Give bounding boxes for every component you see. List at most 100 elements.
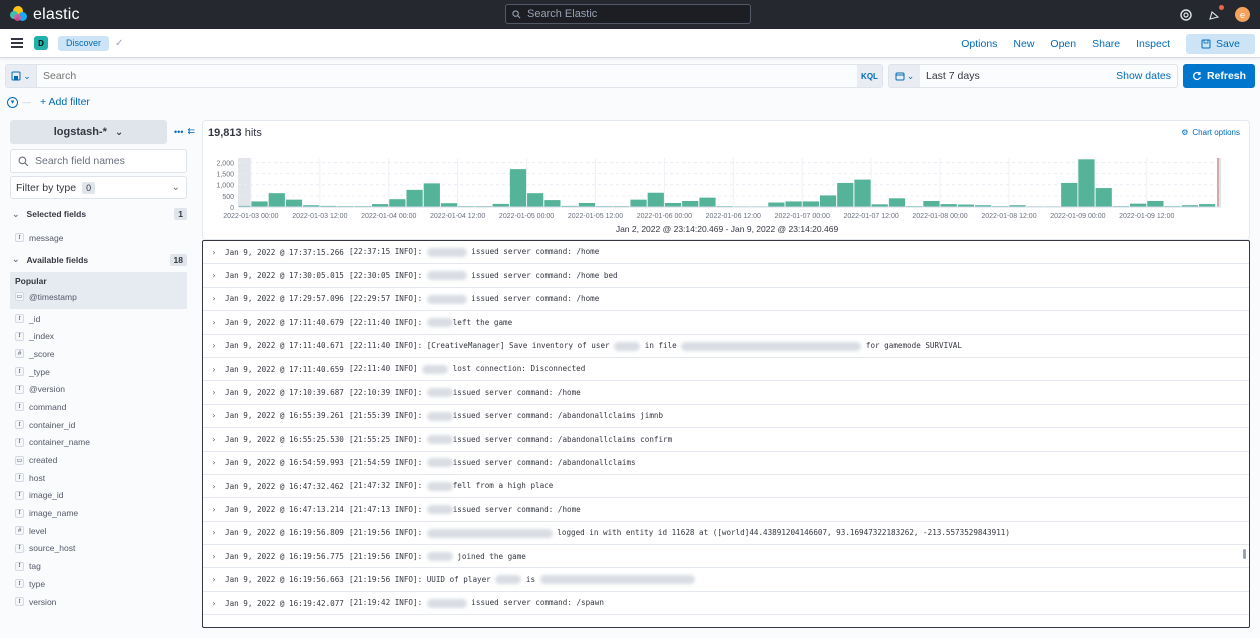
available-fields-toggle[interactable]: ⌄ Available fields 18 (12, 252, 187, 268)
expand-row-icon[interactable]: › (203, 248, 225, 257)
share-link[interactable]: Share (1092, 38, 1120, 50)
field-name: host (29, 472, 46, 483)
x-tick-label: 2022-01-03 12:00 (292, 213, 347, 220)
expand-row-icon[interactable]: › (203, 482, 225, 491)
redacted-text (426, 528, 553, 538)
table-row[interactable]: › Jan 9, 2022 @ 17:29:57.096 [22:29:57 INF… (203, 288, 1249, 312)
field-item[interactable]: t _index (10, 327, 187, 345)
field-name: version (29, 596, 57, 607)
filter-by-type-label: Filter by type (16, 181, 77, 194)
field-item[interactable]: t source_host (10, 540, 187, 558)
row-message: [22:30:05 INFO]: issued server command: … (349, 270, 618, 281)
expand-row-icon[interactable]: › (203, 528, 225, 537)
save-button[interactable]: Save (1186, 33, 1255, 54)
field-item[interactable]: t image_id (10, 487, 187, 505)
field-item[interactable]: t _type (10, 363, 187, 381)
table-row[interactable]: › Jan 9, 2022 @ 16:47:32.462 [21:47:32 INF… (203, 475, 1249, 499)
query-language-toggle[interactable]: KQL (857, 65, 882, 87)
help-icon[interactable] (1179, 8, 1193, 22)
expand-row-icon[interactable]: › (203, 271, 225, 280)
field-item[interactable]: t _id (10, 310, 187, 328)
scrollbar-thumb[interactable] (1243, 549, 1246, 559)
table-row[interactable]: › Jan 9, 2022 @ 16:19:42.077 [21:19:42 INF… (203, 592, 1249, 616)
field-item[interactable]: t type (10, 575, 187, 593)
field-item[interactable]: t host (10, 469, 187, 487)
field-name: _index (29, 331, 55, 342)
breadcrumb-discover[interactable]: Discover (58, 35, 110, 51)
selected-fields-toggle[interactable]: ⌄ Selected fields 1 (12, 206, 187, 222)
field-item[interactable]: ▭ created (10, 451, 187, 469)
expand-row-icon[interactable]: › (203, 341, 225, 350)
field-item[interactable]: t container_id (10, 416, 187, 434)
table-row[interactable]: › Jan 9, 2022 @ 16:47:13.214 [21:47:13 INF… (203, 498, 1249, 522)
field-name: tag (29, 561, 41, 572)
expand-row-icon[interactable]: › (203, 365, 225, 374)
field-item[interactable]: t version (10, 593, 187, 611)
filter-by-type-button[interactable]: Filter by type 0 ⌄ (10, 176, 187, 199)
add-filter-button[interactable]: + Add filter (40, 96, 90, 108)
table-row[interactable]: › Jan 9, 2022 @ 16:55:25.530 [21:55:25 INF… (203, 428, 1249, 452)
elastic-logo[interactable]: elastic (10, 6, 80, 24)
field-item[interactable]: t @version (10, 380, 187, 398)
user-avatar[interactable]: e (1235, 7, 1250, 22)
open-link[interactable]: Open (1050, 38, 1076, 50)
table-row[interactable]: › Jan 9, 2022 @ 17:37:15.266 [22:37:15 INF… (203, 241, 1249, 265)
index-pattern-selector[interactable]: logstash-* ⌄ (10, 120, 167, 144)
field-item[interactable]: t image_name (10, 504, 187, 522)
table-row[interactable]: › Jan 9, 2022 @ 17:11:40.659 [22:11:40 INF… (203, 358, 1249, 382)
collapse-sidebar-icon[interactable]: ⇇ (187, 126, 195, 137)
newsfeed-icon[interactable] (1207, 4, 1224, 22)
field-item[interactable]: t tag (10, 557, 187, 575)
table-row[interactable]: › Jan 9, 2022 @ 16:19:56.775 [21:19:56 INF… (203, 545, 1249, 569)
table-row[interactable]: › Jan 9, 2022 @ 17:30:05.015 [22:30:05 INF… (203, 264, 1249, 288)
show-dates-link[interactable]: Show dates (1116, 70, 1171, 82)
histogram-bar (802, 201, 819, 207)
field-item[interactable]: t command (10, 398, 187, 416)
options-link[interactable]: Options (961, 38, 997, 50)
table-row[interactable]: › Jan 9, 2022 @ 16:55:39.261 [21:55:39 INF… (203, 405, 1249, 429)
expand-row-icon[interactable]: › (203, 505, 225, 514)
refresh-button[interactable]: Refresh (1183, 64, 1255, 88)
histogram-chart[interactable]: 0 500 1,000 1,500 2,000 2022-01-03 00:00 2022-… (203, 121, 1251, 239)
expand-row-icon[interactable]: › (203, 552, 225, 561)
space-avatar[interactable]: D (34, 36, 48, 50)
expand-row-icon[interactable]: › (203, 411, 225, 420)
query-input[interactable] (37, 65, 857, 87)
field-item[interactable]: # _score (10, 345, 187, 363)
global-search-input[interactable]: Search Elastic (505, 4, 751, 24)
date-range-label[interactable]: Last 7 days (920, 70, 1116, 82)
string-field-icon: t (15, 597, 24, 607)
expand-row-icon[interactable]: › (203, 318, 225, 327)
save-label: Save (1216, 37, 1240, 50)
expand-row-icon[interactable]: › (203, 435, 225, 444)
histogram-bar (785, 201, 802, 207)
quick-date-menu-button[interactable]: ⌄ (889, 65, 920, 87)
new-link[interactable]: New (1013, 38, 1034, 50)
inspect-link[interactable]: Inspect (1136, 38, 1170, 50)
expand-row-icon[interactable]: › (203, 458, 225, 467)
selected-fields-title: Selected fields (26, 209, 87, 219)
field-item[interactable]: ▭ @timestamp (10, 288, 187, 306)
expand-row-icon[interactable]: › (203, 599, 225, 608)
field-item[interactable]: t container_name (10, 434, 187, 452)
table-row[interactable]: › Jan 9, 2022 @ 16:19:56.663 [21:19:56 INF… (203, 568, 1249, 592)
field-item[interactable]: t message (10, 229, 187, 247)
expand-row-icon[interactable]: › (203, 388, 225, 397)
histogram-bar (630, 199, 647, 207)
table-row[interactable]: › Jan 9, 2022 @ 17:10:39.687 [22:10:39 INF… (203, 381, 1249, 405)
filter-options-icon[interactable]: ▾ (7, 96, 18, 108)
menu-toggle-icon[interactable] (11, 38, 23, 48)
saved-query-button[interactable]: ⌄ (6, 65, 37, 87)
table-row[interactable]: › Jan 9, 2022 @ 17:11:40.671 [22:11:40 INF… (203, 335, 1249, 358)
table-row[interactable]: › Jan 9, 2022 @ 16:54:59.993 [21:54:59 INF… (203, 452, 1249, 475)
redacted-text (426, 552, 453, 562)
table-row[interactable]: › Jan 9, 2022 @ 16:19:56.809 [21:19:56 INF… (203, 522, 1249, 546)
row-timestamp: Jan 9, 2022 @ 16:55:39.261 (225, 411, 344, 421)
table-row[interactable]: › Jan 9, 2022 @ 17:11:40.679 [22:11:40 INF… (203, 311, 1249, 335)
expand-row-icon[interactable]: › (203, 294, 225, 303)
chevron-down-icon: ⌄ (23, 70, 31, 81)
expand-row-icon[interactable]: › (203, 575, 225, 584)
field-search-input[interactable]: Search field names (10, 149, 187, 173)
more-options-icon[interactable]: ••• (174, 127, 183, 137)
field-item[interactable]: # level (10, 522, 187, 540)
